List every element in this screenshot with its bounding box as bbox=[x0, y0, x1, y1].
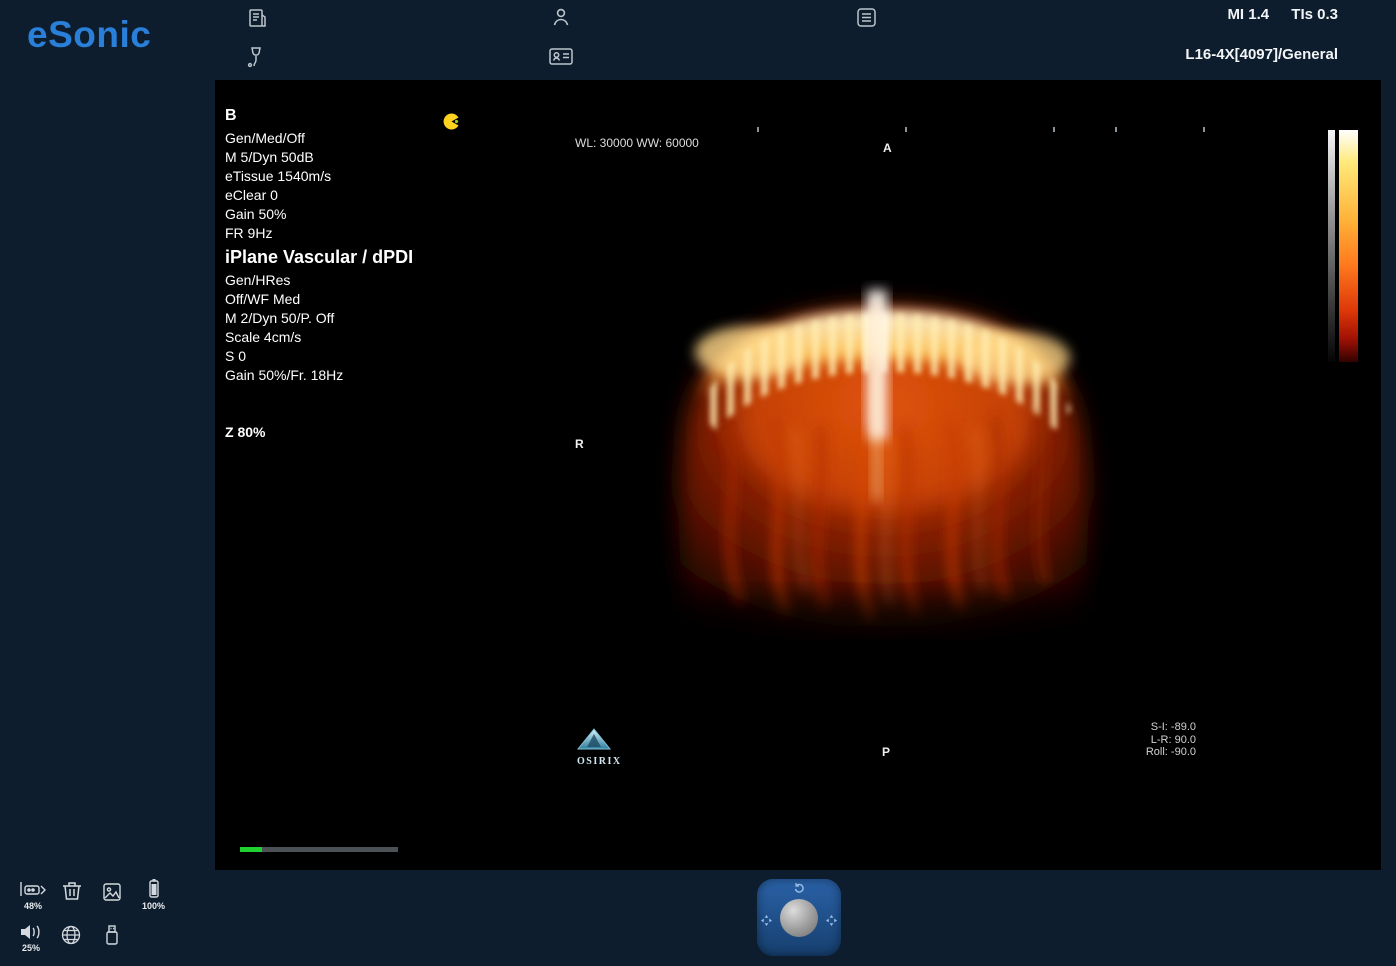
cine-progress-fill bbox=[240, 847, 262, 852]
system-battery-status[interactable]: 100% bbox=[142, 878, 165, 911]
osirix-pyramid-icon bbox=[577, 728, 611, 751]
doppler-param: Gain 50%/Fr. 18Hz bbox=[225, 366, 413, 385]
scale-tick bbox=[1203, 127, 1205, 132]
scale-tick bbox=[757, 127, 759, 132]
speaker-icon bbox=[18, 922, 44, 942]
angle-lr: L-R: 90.0 bbox=[1091, 734, 1196, 747]
mi-value: MI 1.4 bbox=[1227, 6, 1269, 23]
probe-preset-label[interactable]: L16-4X[4097]/General bbox=[1185, 46, 1338, 63]
scale-tick bbox=[1053, 127, 1055, 132]
acoustic-indices: MI 1.4 TIs 0.3 bbox=[1227, 6, 1338, 23]
b-mode-label: B bbox=[225, 106, 331, 125]
probe-orientation-marker-icon bbox=[443, 113, 460, 135]
doppler-param: M 2/Dyn 50/P. Off bbox=[225, 309, 413, 328]
window-level-label: WL: 30000 WW: 60000 bbox=[575, 134, 699, 153]
exam-report-icon[interactable] bbox=[246, 7, 268, 29]
zoom-label: Z 80% bbox=[225, 423, 265, 442]
probe-select-icon[interactable] bbox=[244, 45, 268, 69]
volume-value: 25% bbox=[18, 943, 44, 953]
doppler-param-block: iPlane Vascular / dPDI Gen/HRes Off/WF M… bbox=[225, 248, 413, 385]
b-param: M 5/Dyn 50dB bbox=[225, 148, 331, 167]
b-param: Gain 50% bbox=[225, 205, 331, 224]
gallery-button[interactable] bbox=[102, 882, 122, 902]
b-param: FR 9Hz bbox=[225, 224, 331, 243]
doppler-mode-label: iPlane Vascular / dPDI bbox=[225, 248, 413, 267]
ultrasound-display[interactable]: B Gen/Med/Off M 5/Dyn 50dB eTissue 1540m… bbox=[215, 80, 1381, 870]
doppler-param: Off/WF Med bbox=[225, 290, 413, 309]
angle-si: S-I: -89.0 bbox=[1091, 721, 1196, 734]
b-param: Gen/Med/Off bbox=[225, 129, 331, 148]
b-param: eTissue 1540m/s bbox=[225, 167, 331, 186]
doppler-colorbar bbox=[1339, 130, 1358, 362]
orientation-posterior: P bbox=[882, 743, 890, 762]
rotation-angles-block: S-I: -89.0 L-R: 90.0 Roll: -90.0 bbox=[1091, 721, 1196, 759]
orientation-right: R bbox=[575, 435, 584, 454]
vascular-render-image bbox=[655, 280, 1115, 645]
usb-icon bbox=[104, 924, 120, 946]
trackball-ball[interactable] bbox=[780, 899, 818, 937]
rotate-icon[interactable] bbox=[793, 881, 805, 899]
battery-icon bbox=[143, 878, 165, 900]
wireless-probe-icon bbox=[18, 880, 48, 900]
angle-roll: Roll: -90.0 bbox=[1091, 746, 1196, 759]
globe-icon bbox=[60, 924, 82, 946]
worklist-icon[interactable] bbox=[855, 6, 878, 29]
scale-tick bbox=[1115, 127, 1117, 132]
patient-id-icon[interactable] bbox=[548, 45, 574, 67]
probe-charge-value: 48% bbox=[18, 901, 48, 911]
osirix-label: OSIRIX bbox=[577, 756, 622, 767]
usb-status[interactable] bbox=[104, 924, 120, 946]
b-mode-param-block: B Gen/Med/Off M 5/Dyn 50dB eTissue 1540m… bbox=[225, 106, 331, 243]
probe-battery-status[interactable]: 48% bbox=[18, 880, 48, 911]
osirix-watermark: OSIRIX bbox=[577, 728, 622, 767]
orientation-anterior: A bbox=[883, 139, 892, 158]
volume-status[interactable]: 25% bbox=[18, 922, 44, 953]
trackball-widget[interactable] bbox=[757, 879, 841, 956]
battery-value: 100% bbox=[142, 901, 165, 911]
doppler-param: S 0 bbox=[225, 347, 413, 366]
trash-icon bbox=[60, 880, 84, 902]
pan-right-icon[interactable] bbox=[826, 913, 837, 931]
esonic-logo: eSonic bbox=[27, 14, 151, 56]
doppler-param: Scale 4cm/s bbox=[225, 328, 413, 347]
scale-tick bbox=[905, 127, 907, 132]
network-status[interactable] bbox=[60, 924, 82, 946]
cine-progress-bar[interactable] bbox=[240, 847, 398, 852]
grayscale-colorbar bbox=[1328, 130, 1335, 362]
b-param: eClear 0 bbox=[225, 186, 331, 205]
cleanup-button[interactable] bbox=[60, 880, 84, 902]
patient-icon[interactable] bbox=[549, 5, 573, 29]
ultrasound-app-window: eSonic MI 1.4 TIs 0.3 L16-4X[4097]/Gener… bbox=[0, 0, 1396, 966]
image-icon bbox=[102, 882, 122, 902]
pan-left-icon[interactable] bbox=[761, 913, 772, 931]
tis-value: TIs 0.3 bbox=[1291, 6, 1338, 23]
doppler-param: Gen/HRes bbox=[225, 271, 413, 290]
